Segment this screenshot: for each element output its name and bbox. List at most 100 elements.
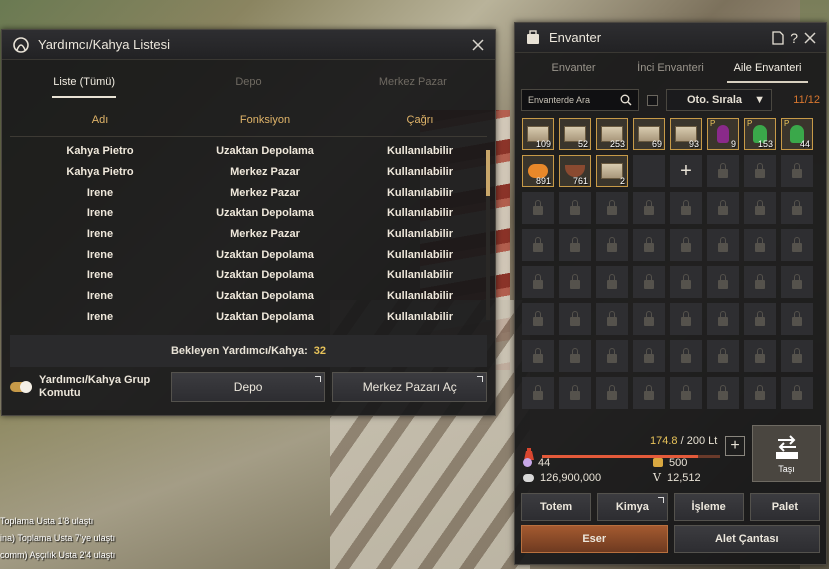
inventory-slot-locked[interactable] — [781, 155, 813, 187]
inventory-slot-locked[interactable] — [744, 155, 776, 187]
table-row[interactable]: Irene Uzaktan Depolama Kullanılabilir — [10, 265, 487, 286]
inventory-slot-locked[interactable] — [522, 229, 554, 261]
inventory-slot-locked[interactable] — [707, 155, 739, 187]
inventory-search-input[interactable]: Envanterde Ara — [521, 89, 639, 111]
inventory-slot-locked[interactable] — [707, 377, 739, 409]
close-icon[interactable] — [471, 38, 485, 52]
inventory-slot-locked[interactable] — [744, 266, 776, 298]
processing-button[interactable]: İşleme — [673, 493, 744, 521]
inventory-slot-locked[interactable] — [559, 192, 591, 224]
toolbox-button[interactable]: Alet Çantası — [673, 525, 820, 553]
inventory-slot-locked[interactable] — [670, 377, 702, 409]
inventory-slot-locked[interactable] — [781, 377, 813, 409]
auto-sort-checkbox[interactable] — [647, 94, 658, 106]
inventory-slot-locked[interactable] — [522, 266, 554, 298]
inventory-slot-locked[interactable] — [633, 266, 665, 298]
inventory-slot-item[interactable]: 253 — [596, 118, 628, 150]
inventory-slot-locked[interactable] — [744, 303, 776, 335]
inventory-slot-item[interactable]: 761 — [559, 155, 591, 187]
inventory-slot-item[interactable]: 69 — [633, 118, 665, 150]
inventory-slot-locked[interactable] — [596, 266, 628, 298]
inventory-slot-locked[interactable] — [559, 340, 591, 372]
inventory-slot-locked[interactable] — [744, 229, 776, 261]
inventory-slot-locked[interactable] — [781, 266, 813, 298]
table-row[interactable]: Irene Uzaktan Depolama Kullanılabilir — [10, 244, 487, 265]
inventory-slot-locked[interactable] — [707, 192, 739, 224]
move-button[interactable]: Taşı — [752, 425, 821, 482]
inventory-slot-locked[interactable] — [670, 266, 702, 298]
inventory-slot-item[interactable]: 109 — [522, 118, 554, 150]
inventory-slot-locked[interactable] — [596, 377, 628, 409]
table-row[interactable]: Irene Merkez Pazar Kullanılabilir — [10, 182, 487, 203]
add-weight-button[interactable]: + — [725, 436, 745, 456]
help-icon[interactable]: ? — [790, 30, 798, 46]
inventory-slot-locked[interactable] — [744, 377, 776, 409]
inventory-slot-locked[interactable] — [559, 229, 591, 261]
expand-slots-button[interactable]: + — [670, 155, 702, 187]
close-icon[interactable] — [804, 31, 816, 44]
scrollbar-thumb[interactable] — [486, 150, 490, 196]
inventory-slot-locked[interactable] — [633, 377, 665, 409]
inventory-slot-locked[interactable] — [633, 340, 665, 372]
window-titlebar[interactable]: Yardımcı/Kahya Listesi — [2, 30, 495, 60]
inventory-slot-locked[interactable] — [596, 340, 628, 372]
inventory-slot-locked[interactable] — [781, 340, 813, 372]
inventory-slot-locked[interactable] — [633, 303, 665, 335]
auto-sort-dropdown[interactable]: Oto. Sırala ▼ — [666, 89, 772, 111]
window-titlebar[interactable]: Envanter ? — [515, 23, 826, 53]
inventory-slot-item[interactable]: 93 — [670, 118, 702, 150]
tab-central-market[interactable]: Merkez Pazar — [331, 60, 495, 104]
inventory-slot-locked[interactable] — [522, 377, 554, 409]
table-row[interactable]: Irene Uzaktan Depolama Kullanılabilir — [10, 307, 487, 324]
inventory-slot-locked[interactable] — [633, 192, 665, 224]
inventory-slot-locked[interactable] — [522, 303, 554, 335]
table-row[interactable]: Kahya Pietro Uzaktan Depolama Kullanılabil… — [10, 141, 487, 162]
inventory-slot-item[interactable]: 891 — [522, 155, 554, 187]
scrollbar[interactable] — [486, 150, 490, 320]
alchemy-button[interactable]: Kimya — [597, 493, 668, 521]
inventory-slot-locked[interactable] — [596, 303, 628, 335]
search-icon[interactable] — [620, 94, 632, 106]
inventory-slot-locked[interactable] — [744, 340, 776, 372]
inventory-slot-item[interactable]: 2 — [596, 155, 628, 187]
inventory-slot-locked[interactable] — [559, 377, 591, 409]
inventory-slot-locked[interactable] — [670, 192, 702, 224]
inventory-slot-locked[interactable] — [707, 266, 739, 298]
inventory-slot-locked[interactable] — [744, 192, 776, 224]
tab-family-inventory[interactable]: Aile Envanteri — [719, 53, 816, 83]
document-icon[interactable] — [772, 30, 784, 45]
tab-depot[interactable]: Depo — [166, 60, 330, 104]
table-row[interactable]: Irene Merkez Pazar Kullanılabilir — [10, 224, 487, 245]
inventory-slot-locked[interactable] — [707, 303, 739, 335]
inventory-slot-item[interactable]: P9 — [707, 118, 739, 150]
inventory-slot-locked[interactable] — [596, 192, 628, 224]
inventory-slot-locked[interactable] — [559, 303, 591, 335]
tab-pearl-inventory[interactable]: İnci Envanteri — [622, 53, 719, 83]
artifact-button[interactable]: Eser — [521, 525, 668, 553]
group-command-toggle[interactable] — [10, 381, 32, 393]
totem-button[interactable]: Totem — [521, 493, 592, 521]
inventory-slot-locked[interactable] — [781, 192, 813, 224]
inventory-slot-locked[interactable] — [522, 340, 554, 372]
inventory-slot-locked[interactable] — [670, 340, 702, 372]
tab-list-all[interactable]: Liste (Tümü) — [2, 60, 166, 104]
palette-button[interactable]: Palet — [749, 493, 820, 521]
table-row[interactable]: Kahya Pietro Merkez Pazar Kullanılabilir — [10, 162, 487, 183]
inventory-slot-locked[interactable] — [781, 303, 813, 335]
table-row[interactable]: Irene Uzaktan Depolama Kullanılabilir — [10, 286, 487, 307]
inventory-slot-empty[interactable] — [633, 155, 665, 187]
inventory-slot-locked[interactable] — [670, 229, 702, 261]
inventory-slot-item[interactable]: 52 — [559, 118, 591, 150]
inventory-slot-locked[interactable] — [670, 303, 702, 335]
inventory-slot-locked[interactable] — [707, 340, 739, 372]
table-row[interactable]: Irene Uzaktan Depolama Kullanılabilir — [10, 203, 487, 224]
inventory-slot-locked[interactable] — [633, 229, 665, 261]
inventory-slot-locked[interactable] — [559, 266, 591, 298]
inventory-slot-locked[interactable] — [596, 229, 628, 261]
inventory-slot-locked[interactable] — [781, 229, 813, 261]
open-market-button[interactable]: Merkez Pazarı Aç — [332, 372, 487, 402]
inventory-slot-locked[interactable] — [707, 229, 739, 261]
inventory-slot-item[interactable]: P 44 — [781, 118, 813, 150]
inventory-slot-item[interactable]: P 153 — [744, 118, 776, 150]
tab-inventory[interactable]: Envanter — [525, 53, 622, 83]
